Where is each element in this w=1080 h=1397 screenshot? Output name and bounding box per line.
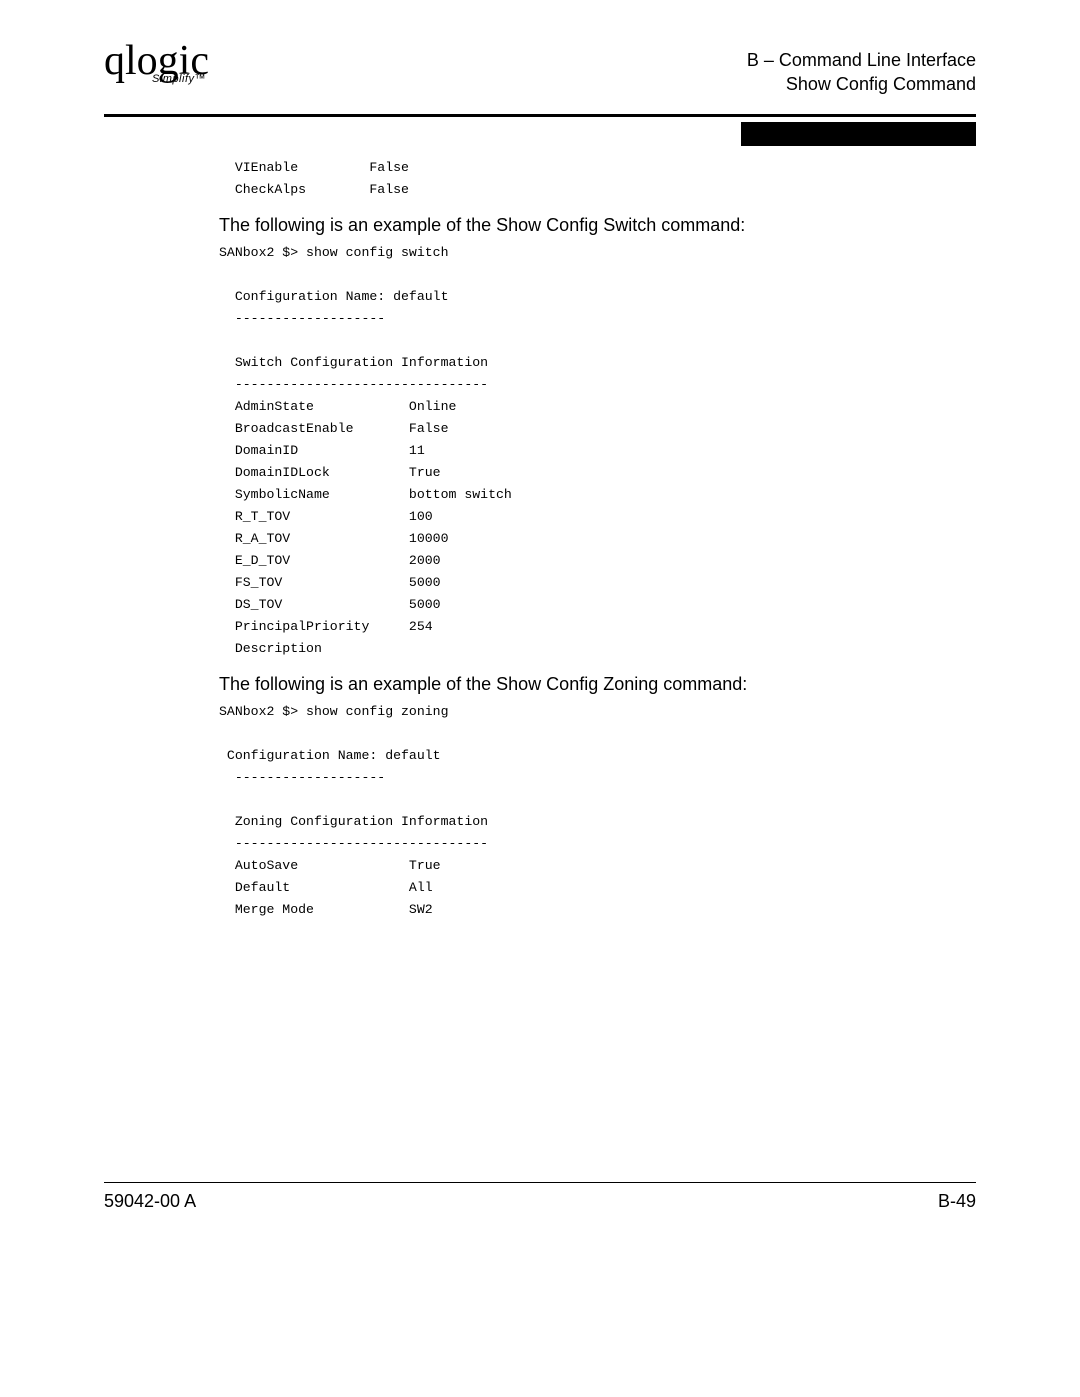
logo-subtext: Simplify™: [152, 74, 206, 85]
code-block-zoning: SANbox2 $> show config zoning Configurat…: [219, 701, 859, 921]
header-section: B – Command Line Interface: [747, 48, 976, 72]
header-subsection: Show Config Command: [747, 72, 976, 96]
page-footer: 59042-00 A B-49: [104, 1182, 976, 1212]
header-black-bar: [741, 122, 976, 146]
paragraph-zoning: The following is an example of the Show …: [219, 674, 859, 695]
header-rule: [104, 114, 976, 117]
footer-rule: [104, 1182, 976, 1183]
footer-doc-id: 59042-00 A: [104, 1191, 196, 1212]
code-block-switch: SANbox2 $> show config switch Configurat…: [219, 242, 859, 660]
paragraph-switch: The following is an example of the Show …: [219, 215, 859, 236]
page-content: VIEnable False CheckAlps False The follo…: [219, 157, 859, 921]
qlogic-logo: qlogic Simplify™: [104, 40, 209, 82]
code-block-intro: VIEnable False CheckAlps False: [219, 157, 859, 201]
footer-page-number: B-49: [938, 1191, 976, 1212]
page-header: qlogic Simplify™ B – Command Line Interf…: [104, 40, 976, 110]
header-right: B – Command Line Interface Show Config C…: [747, 40, 976, 97]
